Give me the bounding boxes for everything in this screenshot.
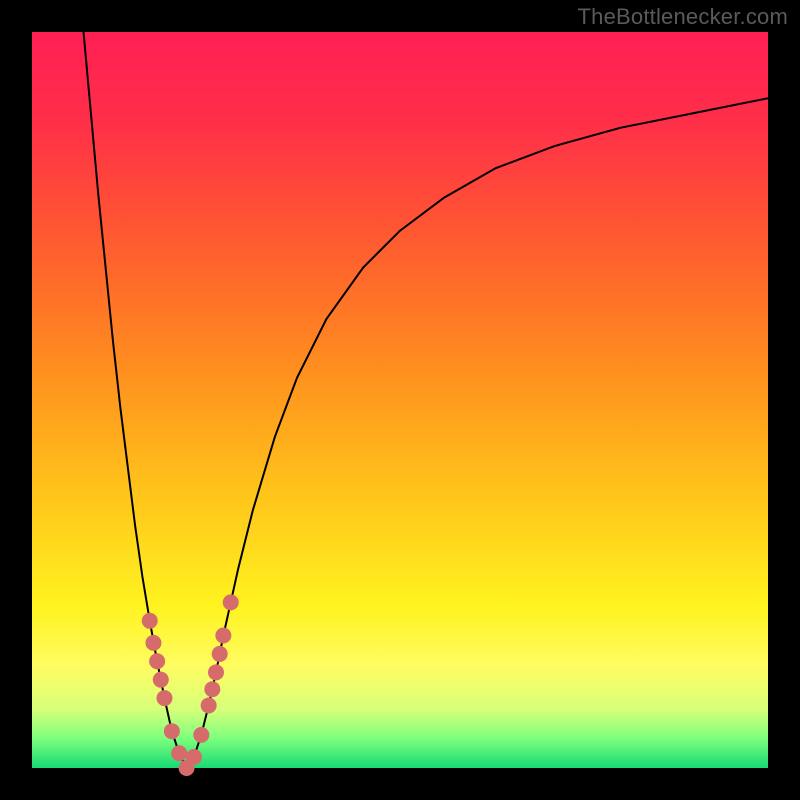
sample-dot	[153, 672, 169, 688]
bottleneck-curve-svg	[32, 32, 768, 768]
sample-dot	[186, 749, 202, 765]
sample-dot	[149, 653, 165, 669]
sample-dot	[215, 628, 231, 644]
sample-dot	[204, 681, 220, 697]
sample-dot	[142, 613, 158, 629]
sample-dot	[201, 697, 217, 713]
sample-dot	[145, 635, 161, 651]
plot-area	[32, 32, 768, 768]
sample-dot	[171, 745, 187, 761]
sample-dot	[156, 690, 172, 706]
sample-dot	[212, 646, 228, 662]
bottleneck-curve-path	[84, 32, 768, 768]
watermark-text: TheBottlenecker.com	[578, 4, 788, 30]
sample-dot	[223, 594, 239, 610]
chart-frame: TheBottlenecker.com	[0, 0, 800, 800]
sample-dot	[193, 727, 209, 743]
sample-dot	[164, 723, 180, 739]
sample-dot	[208, 664, 224, 680]
